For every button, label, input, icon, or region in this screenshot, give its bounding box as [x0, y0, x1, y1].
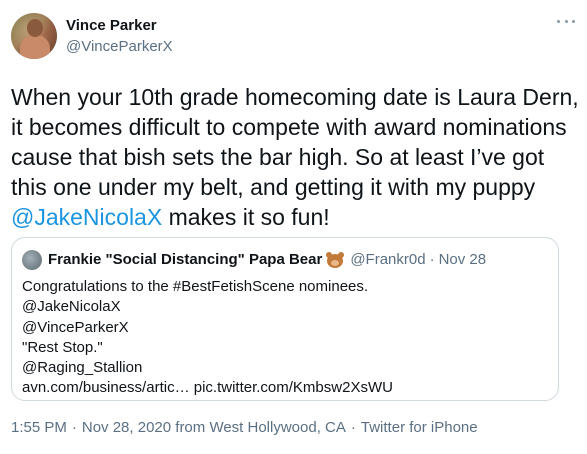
mention-link[interactable]: @JakeNicolaX	[11, 204, 162, 230]
more-options-icon[interactable]	[557, 16, 575, 26]
meta-separator: ·	[71, 419, 77, 436]
tweet: Vince Parker @VinceParkerX When your 10t…	[0, 0, 587, 454]
quoted-line: Congratulations to the #BestFetishScene …	[22, 278, 369, 295]
quoted-line: @Raging_Stallion	[22, 359, 143, 377]
tweet-time[interactable]: 1:55 PM	[11, 419, 67, 436]
bear-face-icon	[326, 251, 345, 268]
quoted-author-name: Frankie "Social Distancing" Papa Bear	[48, 251, 323, 268]
meta-separator: ·	[350, 419, 356, 436]
author-name[interactable]: Vince Parker	[66, 17, 157, 34]
tweet-source-app[interactable]: Twitter for iPhone	[361, 419, 478, 436]
quoted-tweet-header: Frankie "Social Distancing" Papa Bear @F…	[48, 251, 486, 268]
quoted-line: @VinceParkerX	[22, 318, 129, 336]
quoted-author-avatar	[22, 250, 42, 270]
quoted-line: avn.com/business/artic… pic.twitter.com/…	[22, 379, 393, 397]
quoted-author-handle: @Frankr0d	[350, 251, 426, 268]
quoted-tweet-body: Congratulations to the #BestFetishScene …	[22, 277, 552, 399]
author-handle[interactable]: @VinceParkerX	[66, 38, 173, 55]
quoted-tweet[interactable]: Frankie "Social Distancing" Papa Bear @F…	[11, 237, 559, 401]
quoted-separator: ·	[429, 251, 435, 268]
tweet-text-end: makes it so fun!	[162, 204, 330, 230]
tweet-meta: 1:55 PM · Nov 28, 2020 from West Hollywood…	[11, 419, 478, 436]
tweet-date-location[interactable]: Nov 28, 2020 from West Hollywood, CA	[82, 419, 346, 436]
quoted-line: @JakeNicolaX	[22, 298, 121, 316]
tweet-text: When your 10th grade homecoming date is …	[11, 82, 581, 232]
author-avatar[interactable]	[11, 13, 57, 59]
quoted-line: "Rest Stop."	[22, 338, 103, 356]
quoted-date: Nov 28	[438, 251, 487, 268]
tweet-text-body: When your 10th grade homecoming date is …	[11, 84, 586, 200]
